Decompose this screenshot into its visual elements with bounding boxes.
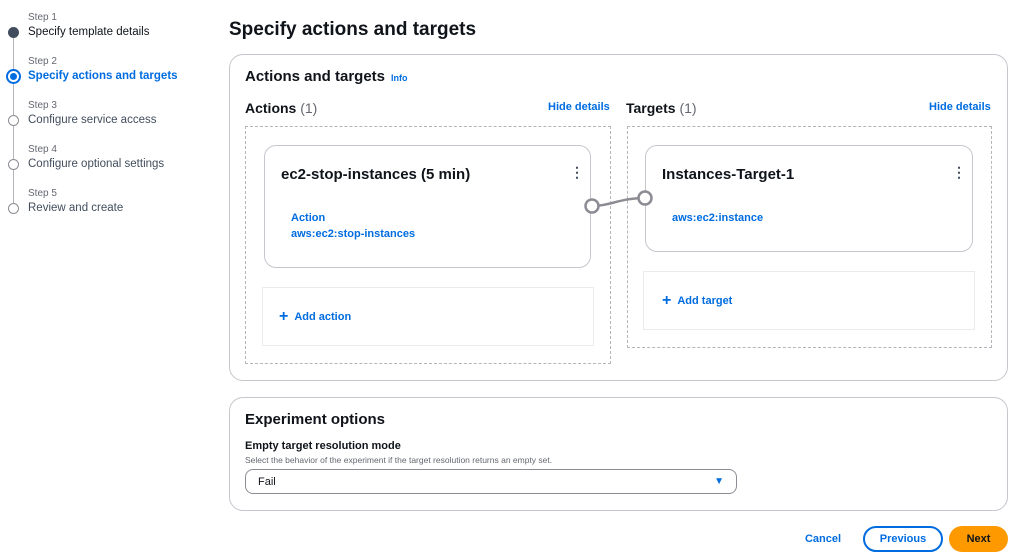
step-1[interactable]: Step 1 Specify template details [28,12,149,38]
target-card-title: Instances-Target-1 [662,166,795,183]
action-id-link[interactable]: aws:ec2:stop-instances [291,228,415,240]
action-card[interactable]: ec2-stop-instances (5 min) ⋮ Action aws:… [264,145,591,268]
caret-down-icon: ▼ [714,476,724,487]
step-name[interactable]: Specify template details [28,26,149,38]
add-action-label: Add action [294,310,352,323]
targets-heading: Targets (1) [626,100,697,116]
step-4: Step 4 Configure optional settings [28,144,164,170]
step-label: Step 4 [28,144,57,155]
add-target-button[interactable]: + Add target [643,271,975,330]
step-name: Review and create [28,202,124,214]
action-card-title: ec2-stop-instances (5 min) [281,166,471,183]
actions-heading: Actions (1) [245,100,317,116]
plus-icon: + [662,291,672,309]
hide-targets-details-link[interactable]: Hide details [929,101,991,113]
step-pending-icon [8,159,19,170]
target-card[interactable]: Instances-Target-1 ⋮ aws:ec2:instance [645,145,973,252]
add-target-label: Add target [677,294,733,307]
step-name: Configure optional settings [28,158,165,170]
field-description: Select the behavior of the experiment if… [245,455,553,465]
hide-actions-details-link[interactable]: Hide details [548,101,610,113]
step-label: Step 2 [28,56,57,67]
step-label: Step 3 [28,100,57,111]
step-3: Step 3 Configure service access [28,100,156,126]
options-title: Experiment options [245,411,386,428]
step-name: Configure service access [28,114,157,126]
panel-header: Actions and targets Info [245,68,408,85]
more-options-icon[interactable]: ⋮ [952,164,966,181]
select-value: Fail [258,475,276,488]
panel-title: Actions and targets [245,68,386,85]
actions-count: (1) [300,100,318,116]
step-5: Step 5 Review and create [28,188,123,214]
next-button[interactable]: Next [949,526,1008,552]
previous-button[interactable]: Previous [863,526,943,552]
field-label: Empty target resolution mode [245,440,401,452]
targets-count: (1) [679,100,697,116]
targets-title: Targets [626,100,676,116]
plus-icon: + [279,307,289,325]
step-2[interactable]: Step 2 Specify actions and targets [28,56,178,82]
action-type-label[interactable]: Action [291,212,325,224]
step-pending-icon [8,203,19,214]
target-resource-type-link[interactable]: aws:ec2:instance [672,212,763,224]
step-label: Step 1 [28,12,57,23]
step-label: Step 5 [28,188,57,199]
action-target-connector [584,190,653,214]
page-title: Specify actions and targets [229,19,477,40]
cancel-button[interactable]: Cancel [795,526,851,552]
add-action-button[interactable]: + Add action [262,287,594,346]
step-complete-icon [8,27,19,38]
step-current-icon [6,69,21,84]
step-name[interactable]: Specify actions and targets [28,70,178,82]
empty-target-resolution-select[interactable]: Fail ▼ [245,469,737,494]
more-options-icon[interactable]: ⋮ [570,164,584,181]
actions-title: Actions [245,100,297,116]
info-link[interactable]: Info [391,73,408,83]
step-pending-icon [8,115,19,126]
